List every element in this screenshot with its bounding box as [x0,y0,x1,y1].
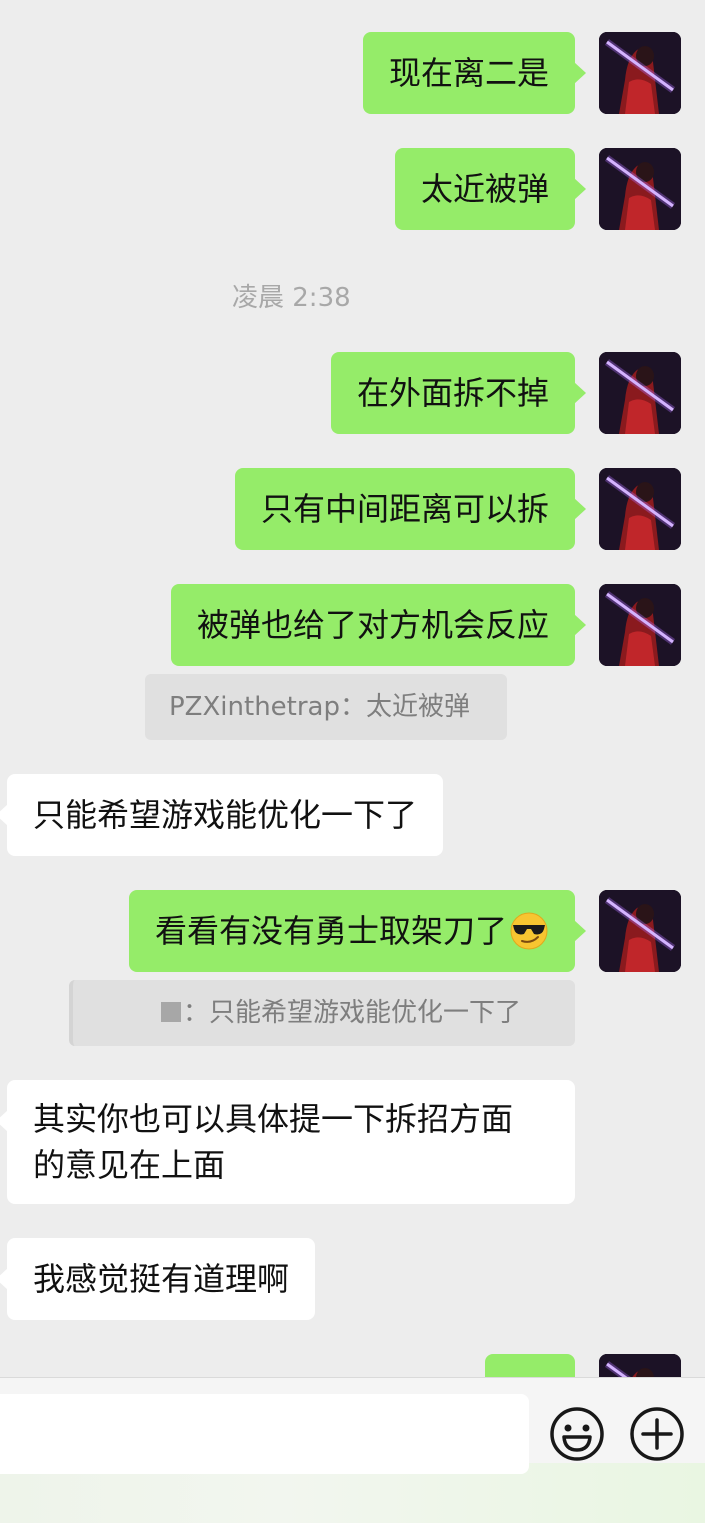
avatar-image [599,890,681,972]
more-button[interactable] [629,1406,685,1462]
emoji-icon [550,1407,604,1461]
smirk-sunglasses-emoji [510,912,548,950]
other-message-bubble[interactable]: 只能希望游戏能优化一下了 [0,774,444,856]
my-avatar[interactable] [599,584,681,666]
my-avatar[interactable] [599,1354,681,1377]
my-message-bubble[interactable]: 只有中间距离可以拆 [234,468,587,550]
message-text-line: 其实你也可以具体提一下拆招方面 [33,1100,514,1138]
other-message-bubble[interactable]: 其实你也可以具体提一下拆招方面 的意见在上面 [0,1080,575,1204]
emoji-button[interactable] [549,1406,605,1462]
my-message-bubble[interactable]: 太近被弹 [394,148,587,230]
message-text-line: 的意见在上面 [33,1146,226,1184]
quoted-reply[interactable]: ：只能希望游戏能优化一下了 [69,980,575,1046]
plus-icon [630,1407,684,1461]
avatar-image [599,584,681,666]
redacted-name-block [161,1001,181,1022]
quote-text: ：只能希望游戏能优化一下了 [183,998,522,1028]
chat-message-list[interactable]: 现在离二是 太近被弹 凌晨 2:38 在外面拆不掉 只有中间距离可以拆 被弹也给… [0,0,705,1377]
message-input[interactable] [0,1394,529,1474]
my-message-bubble[interactable] [485,1354,575,1377]
my-avatar[interactable] [599,32,681,114]
timestamp: 凌晨 2:38 [232,283,351,313]
avatar-image [599,1354,681,1377]
message-text: 看看有没有勇士取架刀了 [154,912,507,950]
avatar-image [599,148,681,230]
my-avatar[interactable] [599,468,681,550]
my-avatar[interactable] [599,148,681,230]
my-message-bubble[interactable]: 被弹也给了对方机会反应 [170,584,587,666]
my-avatar[interactable] [599,890,681,972]
other-message-bubble[interactable]: 我感觉挺有道理啊 [0,1238,316,1320]
my-avatar[interactable] [599,352,681,434]
quoted-reply[interactable]: PZXinthetrap：太近被弹 [145,674,507,740]
my-message-bubble[interactable]: 看看有没有勇士取架刀了 [128,890,587,972]
avatar-image [599,352,681,434]
avatar-image [599,32,681,114]
my-message-bubble[interactable]: 在外面拆不掉 [330,352,587,434]
avatar-image [599,468,681,550]
my-message-bubble[interactable]: 现在离二是 [362,32,587,114]
chat-input-bar [0,1377,705,1523]
